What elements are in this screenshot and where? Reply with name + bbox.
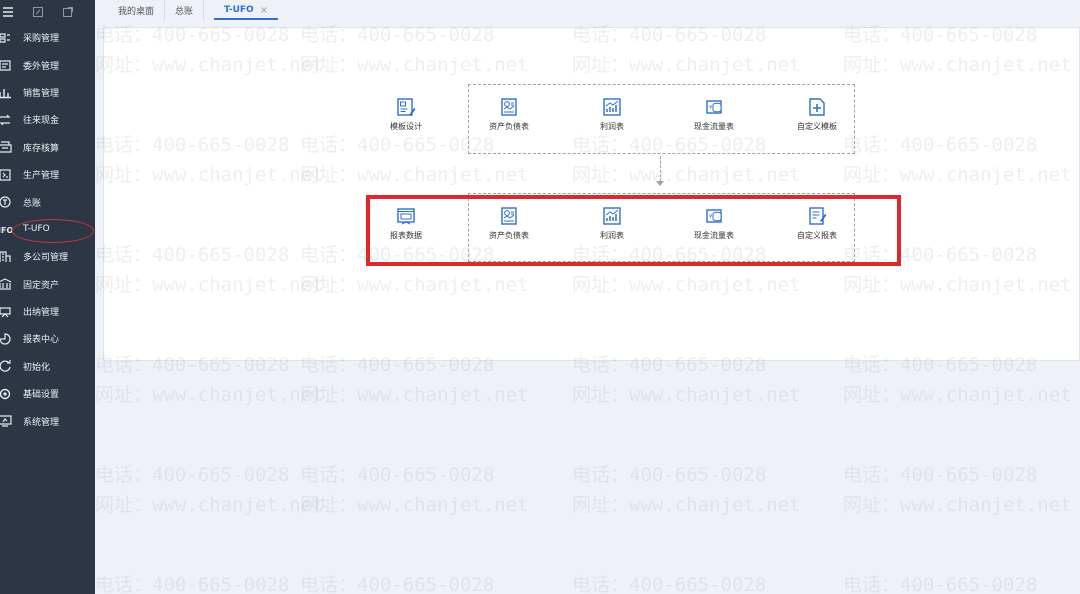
sidebar: 采购管理委外管理销售管理往来现金库存核算生产管理总账 IFOT-UFO 多公司管理固… [0, 0, 95, 594]
flow-tile-label: 模板设计 [390, 122, 422, 131]
flow-tile-label: 利润表 [600, 122, 624, 131]
tab-my-desktop[interactable]: 我的桌面 [95, 0, 166, 20]
svg-text:IFO: IFO [0, 226, 12, 235]
watermark-site: 网址：www.chanjet.net [572, 384, 801, 406]
tab-label: T-UFO [224, 5, 254, 15]
watermark-phone: 电话：400-665-0028 [572, 574, 767, 594]
asset-icon [0, 277, 12, 291]
highlight-box [366, 195, 901, 266]
sidebar-item[interactable]: 委外管理 [0, 51, 95, 78]
sidebar-item-label: 固定资产 [23, 280, 60, 291]
basic-settings-icon [0, 387, 12, 401]
ledger-icon [0, 195, 12, 209]
sidebar-item-label: 基础设置 [23, 390, 60, 401]
sidebar-item-label: 销售管理 [23, 88, 60, 99]
watermark-site: 网址：www.chanjet.net [300, 384, 529, 406]
sidebar-item[interactable]: 采购管理 [0, 24, 95, 51]
sidebar-item-label: 采购管理 [23, 34, 60, 45]
production-icon [0, 168, 12, 182]
transfer-icon [0, 113, 12, 127]
company-icon [0, 250, 12, 264]
sidebar-item[interactable]: 系统管理 [0, 407, 95, 434]
custom-template-icon [807, 97, 827, 117]
svg-text:¥: ¥ [709, 105, 712, 111]
sidebar-item-label: 库存核算 [23, 143, 60, 154]
flow-tile[interactable]: 模板设计 [366, 97, 446, 139]
sales-icon [0, 85, 12, 99]
flow-arrow-line [660, 156, 661, 182]
sidebar-item-label: 委外管理 [23, 61, 60, 72]
close-icon[interactable]: × [260, 5, 268, 16]
watermark-phone: 电话：400-665-0028 [95, 574, 290, 594]
inventory-icon [0, 140, 12, 154]
sidebar-item[interactable]: 往来现金 [0, 106, 95, 133]
tufo-circle-annotation [12, 218, 94, 243]
flow-arrow-head [656, 181, 664, 186]
flow-tile[interactable]: 利润表 [572, 97, 652, 139]
watermark-site: 网址：www.chanjet.net [843, 494, 1072, 516]
tab-general-ledger[interactable]: 总账 [165, 0, 205, 20]
sidebar-item[interactable]: 生产管理 [0, 161, 95, 188]
sidebar-item-label: 总账 [23, 198, 42, 209]
sidebar-menu: 采购管理委外管理销售管理往来现金库存核算生产管理总账 IFOT-UFO 多公司管理固… [0, 24, 95, 435]
flow-tile[interactable]: 资产负债表 [469, 97, 549, 139]
watermark-site: 网址：www.chanjet.net [95, 494, 324, 516]
watermark-phone: 电话：400-665-0028 [95, 464, 290, 486]
cash-flow-icon: ¥ [704, 97, 724, 117]
tab-label: 我的桌面 [118, 6, 155, 17]
watermark-phone: 电话：400-665-0028 [843, 574, 1038, 594]
sidebar-item[interactable]: IFOT-UFO [0, 216, 95, 243]
watermark-site: 网址：www.chanjet.net [300, 494, 529, 516]
tab-bar: 我的桌面 总账 T-UFO × [95, 0, 1080, 20]
sidebar-item[interactable]: 基础设置 [0, 380, 95, 407]
sidebar-item[interactable]: 库存核算 [0, 134, 95, 161]
sidebar-item-label: 系统管理 [23, 417, 60, 428]
cashier-icon [0, 305, 12, 319]
hamburger-menu-icon[interactable] [2, 6, 14, 18]
watermark-site: 网址：www.chanjet.net [95, 384, 324, 406]
sidebar-item-label: 多公司管理 [23, 253, 69, 264]
edit-icon[interactable] [32, 6, 44, 18]
sidebar-item[interactable]: 总账 [0, 188, 95, 215]
tab-t-ufo[interactable]: T-UFO × [214, 0, 279, 20]
purchase-icon [0, 31, 12, 45]
watermark-site: 网址：www.chanjet.net [843, 384, 1072, 406]
income-statement-icon [602, 97, 622, 117]
flow-tile[interactable]: 自定义模板 [777, 97, 857, 139]
outsource-icon [0, 58, 12, 72]
flow-tile[interactable]: ¥ 现金流量表 [674, 97, 754, 139]
template-design-icon [396, 97, 416, 117]
ufo-icon: IFO [0, 222, 12, 236]
sidebar-item[interactable]: 固定资产 [0, 271, 95, 298]
watermark-site: 网址：www.chanjet.net [572, 494, 801, 516]
sidebar-item-label: 初始化 [23, 362, 51, 373]
new-window-icon[interactable] [62, 6, 74, 18]
init-icon [0, 359, 12, 373]
watermark-phone: 电话：400-665-0028 [300, 574, 495, 594]
report-center-icon [0, 332, 12, 346]
flow-tile-label: 资产负债表 [489, 122, 529, 131]
sidebar-item-label: 出纳管理 [23, 308, 60, 319]
flow-tile-label: 现金流量表 [694, 122, 734, 131]
tab-label: 总账 [175, 6, 194, 17]
sidebar-item[interactable]: 多公司管理 [0, 243, 95, 270]
sidebar-item-label: 生产管理 [23, 171, 60, 182]
sidebar-item[interactable]: 初始化 [0, 353, 95, 380]
watermark-phone: 电话：400-665-0028 [300, 464, 495, 486]
sidebar-item-label: 报表中心 [23, 335, 60, 346]
flow-tile-label: 自定义模板 [797, 122, 837, 131]
balance-sheet-icon [499, 97, 519, 117]
sidebar-item[interactable]: 报表中心 [0, 325, 95, 352]
sidebar-item-label: 往来现金 [23, 116, 60, 127]
sidebar-toolbar [0, 0, 95, 24]
watermark-phone: 电话：400-665-0028 [843, 464, 1038, 486]
sidebar-item[interactable]: 销售管理 [0, 79, 95, 106]
sidebar-item[interactable]: 出纳管理 [0, 298, 95, 325]
watermark-phone: 电话：400-665-0028 [572, 464, 767, 486]
system-icon [0, 414, 12, 428]
